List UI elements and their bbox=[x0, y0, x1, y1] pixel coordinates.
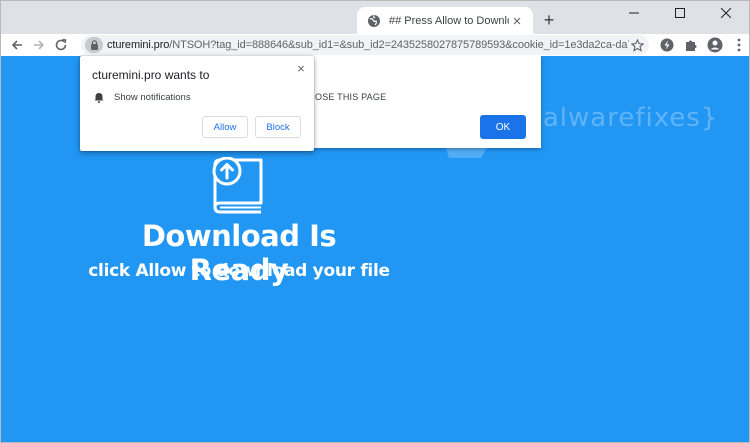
block-button[interactable]: Block bbox=[255, 116, 301, 138]
url-path: /NTSOH?tag_id=888646&sub_id1=&sub_id2=24… bbox=[169, 39, 629, 51]
maximize-icon[interactable] bbox=[657, 1, 703, 25]
tab-strip: ## Press Allow to Download ## × + bbox=[0, 0, 750, 35]
menu-icon[interactable] bbox=[727, 35, 750, 55]
window-controls bbox=[611, 1, 749, 25]
new-tab-button[interactable]: + bbox=[539, 10, 559, 30]
globe-icon bbox=[367, 14, 381, 28]
extensions-area bbox=[655, 35, 750, 55]
bell-icon bbox=[92, 90, 106, 104]
address-bar[interactable]: cturemini.pro/NTSOH?tag_id=888646&sub_id… bbox=[81, 35, 649, 55]
account-icon[interactable] bbox=[703, 35, 727, 55]
tab-title: ## Press Allow to Download ## bbox=[389, 15, 509, 27]
tab-close-icon[interactable]: × bbox=[509, 13, 525, 29]
browser-toolbar: cturemini.pro/NTSOH?tag_id=888646&sub_id… bbox=[0, 34, 750, 56]
reload-icon[interactable] bbox=[51, 35, 71, 55]
url-domain: cturemini.pro bbox=[107, 39, 170, 51]
browser-tab[interactable]: ## Press Allow to Download ## × bbox=[357, 7, 533, 35]
allow-button[interactable]: Allow bbox=[202, 116, 248, 138]
allow-instruction-text: click Allow to download your file bbox=[88, 261, 390, 281]
extension-bolt-icon[interactable] bbox=[655, 35, 679, 55]
prompt-close-icon[interactable]: × bbox=[294, 61, 308, 75]
puzzle-icon[interactable] bbox=[679, 35, 703, 55]
lock-icon[interactable] bbox=[85, 37, 103, 53]
url-text[interactable]: cturemini.pro/NTSOH?tag_id=888646&sub_id… bbox=[107, 39, 629, 51]
forward-icon[interactable] bbox=[29, 35, 49, 55]
prompt-permission-text: Show notifications bbox=[114, 91, 191, 103]
star-icon[interactable] bbox=[629, 37, 645, 53]
page-alert-ok-button[interactable]: OK bbox=[480, 115, 526, 139]
prompt-title: cturemini.pro wants to bbox=[92, 68, 210, 82]
prompt-permission-row: Show notifications bbox=[92, 90, 191, 104]
book-upload-icon bbox=[212, 157, 263, 214]
back-icon[interactable] bbox=[7, 35, 27, 55]
close-icon[interactable] bbox=[703, 1, 749, 25]
minimize-icon[interactable] bbox=[611, 1, 657, 25]
page-alert-text: OSE THIS PAGE bbox=[315, 92, 387, 102]
notification-permission-prompt: cturemini.pro wants to × Show notificati… bbox=[80, 56, 314, 151]
